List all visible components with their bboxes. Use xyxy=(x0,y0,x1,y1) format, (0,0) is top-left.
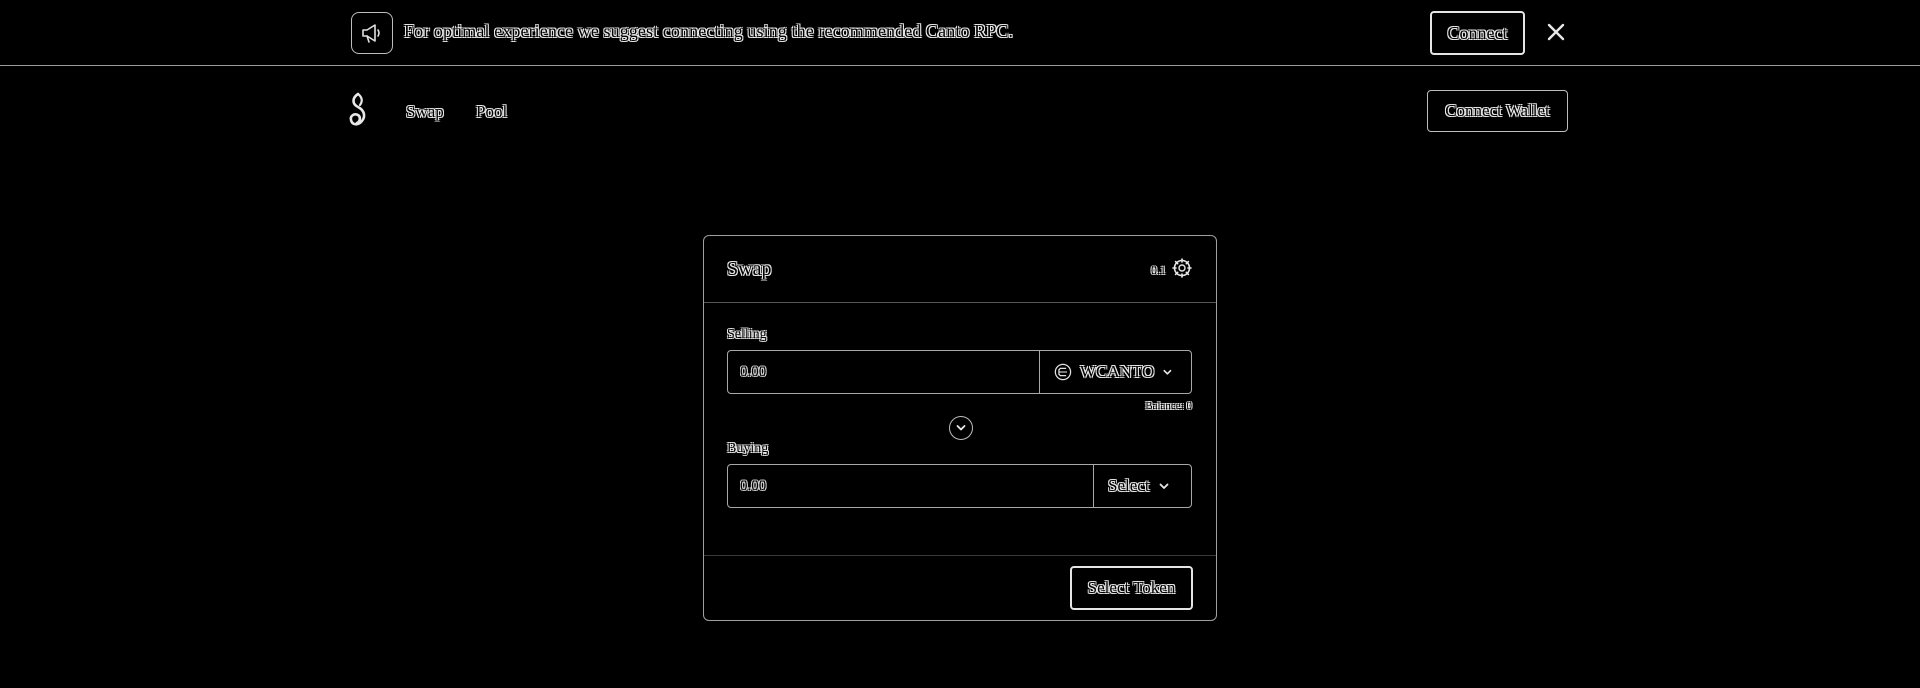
buying-label: Buying xyxy=(727,441,769,456)
buying-row: Select xyxy=(727,464,1192,508)
slippage-value: 0.1 xyxy=(1151,263,1166,277)
buying-token-select[interactable]: Select xyxy=(1093,465,1191,507)
swap-card-header: Swap 0.1 xyxy=(704,236,1216,303)
selling-amount-input[interactable] xyxy=(728,351,1039,393)
selling-token-select[interactable]: WCANTO xyxy=(1039,351,1191,393)
nav-pool-link[interactable]: Pool xyxy=(476,102,507,122)
buying-token-name: Select xyxy=(1108,476,1150,495)
card-divider xyxy=(704,555,1216,556)
swap-card-title: Swap xyxy=(727,258,772,280)
wcanto-token-icon xyxy=(1054,363,1072,381)
swap-direction-button[interactable] xyxy=(949,416,973,440)
selling-balance: Balance: 0 xyxy=(1145,400,1192,412)
selling-label: Selling xyxy=(727,327,767,342)
selling-token-name: WCANTO xyxy=(1079,362,1155,381)
canto-logo-icon[interactable] xyxy=(346,92,374,130)
chevron-down-icon xyxy=(1159,483,1168,489)
gear-icon[interactable] xyxy=(1172,258,1192,278)
selling-row: WCANTO xyxy=(727,350,1192,394)
swap-card: Swap 0.1 Selling WCANTO Balance: 0 xyxy=(703,235,1217,621)
megaphone-icon xyxy=(351,12,393,54)
chevron-down-icon xyxy=(956,425,966,431)
rpc-banner: For optimal experience we suggest connec… xyxy=(0,0,1920,66)
banner-connect-button[interactable]: Connect xyxy=(1430,11,1525,55)
buying-amount-input[interactable] xyxy=(728,465,1093,507)
banner-message: For optimal experience we suggest connec… xyxy=(404,21,1014,41)
chevron-down-icon xyxy=(1163,369,1172,375)
connect-wallet-button[interactable]: Connect Wallet xyxy=(1427,90,1568,132)
nav-swap-link[interactable]: Swap xyxy=(406,102,444,122)
select-token-button[interactable]: Select Token xyxy=(1070,566,1193,610)
close-icon[interactable] xyxy=(1542,18,1570,46)
